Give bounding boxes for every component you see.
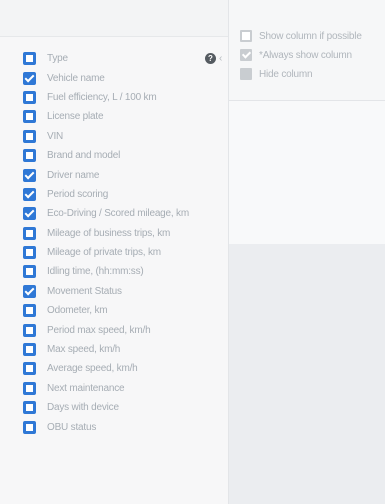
checkbox-unchecked[interactable] [23, 323, 36, 337]
legend-hide: Hide column [240, 68, 313, 80]
column-option-label: Period scoring [47, 188, 109, 200]
column-option[interactable]: Days with device [0, 398, 228, 417]
column-option[interactable]: Period scoring [0, 185, 228, 204]
column-option-label: Average speed, km/h [47, 363, 138, 375]
column-list: Type Vehicle name Fuel efficiency, L / 100… [0, 49, 228, 437]
column-option-label: Idling time, (hh:mm:ss) [47, 266, 144, 278]
column-option-label: OBU status [47, 421, 97, 433]
checkbox-unchecked[interactable] [23, 265, 36, 279]
column-option-label: Fuel efficiency, L / 100 km [47, 91, 157, 103]
checkbox-unchecked[interactable] [23, 401, 36, 415]
checkbox-unchecked[interactable] [23, 362, 36, 376]
legend-always-show: *Always show column [240, 49, 352, 61]
column-option-label: Brand and model [47, 150, 121, 162]
column-option[interactable]: Max speed, km/h [0, 340, 228, 359]
legend-empty-box-icon [240, 30, 252, 42]
column-option[interactable]: Brand and model [0, 146, 228, 165]
column-option-label: Eco-Driving / Scored mileage, km [47, 208, 189, 220]
column-option[interactable]: Odometer, km [0, 301, 228, 320]
column-option-label: Type [47, 53, 68, 65]
column-option-label: Mileage of business trips, km [47, 227, 171, 239]
column-option-label: Period max speed, km/h [47, 324, 151, 336]
column-option[interactable]: VIN [0, 127, 228, 146]
column-option[interactable]: Average speed, km/h [0, 359, 228, 378]
checkbox-checked[interactable] [23, 187, 36, 201]
content-area [229, 101, 385, 244]
checkbox-checked[interactable] [23, 284, 36, 298]
checkbox-checked[interactable] [23, 207, 36, 221]
checkbox-unchecked[interactable] [23, 90, 36, 104]
legend-show-if-possible: Show column if possible [240, 30, 362, 42]
column-option[interactable]: Period max speed, km/h [0, 320, 228, 339]
column-option-label: Mileage of private trips, km [47, 247, 161, 259]
checkbox-unchecked[interactable] [23, 110, 36, 124]
checkbox-unchecked[interactable] [23, 52, 36, 66]
checkbox-checked[interactable] [23, 71, 36, 85]
column-option-label: Max speed, km/h [47, 344, 121, 356]
column-option[interactable]: Next maintenance [0, 379, 228, 398]
checkbox-unchecked[interactable] [23, 226, 36, 240]
legend-checked-box-icon [240, 49, 252, 61]
legend-label: *Always show column [259, 49, 352, 61]
legend-label: Show column if possible [259, 30, 362, 42]
column-option[interactable]: Mileage of private trips, km [0, 243, 228, 262]
column-option[interactable]: Eco-Driving / Scored mileage, km [0, 204, 228, 223]
column-option-label: Next maintenance [47, 382, 125, 394]
column-option[interactable]: Movement Status [0, 282, 228, 301]
content-area-gray [229, 244, 385, 504]
checkbox-unchecked[interactable] [23, 129, 36, 143]
checkbox-unchecked[interactable] [23, 343, 36, 357]
column-option-label: Days with device [47, 402, 119, 414]
column-option-label: Odometer, km [47, 305, 108, 317]
checkbox-checked[interactable] [23, 168, 36, 182]
column-option[interactable]: Type [0, 49, 228, 68]
legend-filled-box-icon [240, 68, 252, 80]
column-option[interactable]: Idling time, (hh:mm:ss) [0, 262, 228, 281]
column-option-label: License plate [47, 111, 104, 123]
column-option[interactable]: OBU status [0, 417, 228, 436]
legend-label: Hide column [259, 68, 313, 80]
checkbox-unchecked[interactable] [23, 149, 36, 163]
column-option[interactable]: Mileage of business trips, km [0, 224, 228, 243]
column-option-label: Driver name [47, 169, 100, 181]
column-option-label: VIN [47, 130, 64, 142]
columns-panel-header [0, 0, 228, 37]
column-option-label: Vehicle name [47, 72, 105, 84]
columns-panel: ? ‹ Type Vehicle name Fuel efficiency, L /… [0, 0, 229, 504]
checkbox-unchecked[interactable] [23, 304, 36, 318]
column-option[interactable]: Vehicle name [0, 68, 228, 87]
checkbox-unchecked[interactable] [23, 246, 36, 260]
column-option[interactable]: Fuel efficiency, L / 100 km [0, 88, 228, 107]
column-option-label: Movement Status [47, 285, 122, 297]
checkbox-unchecked[interactable] [23, 420, 36, 434]
column-option[interactable]: Driver name [0, 165, 228, 184]
checkbox-unchecked[interactable] [23, 381, 36, 395]
column-option[interactable]: License plate [0, 107, 228, 126]
